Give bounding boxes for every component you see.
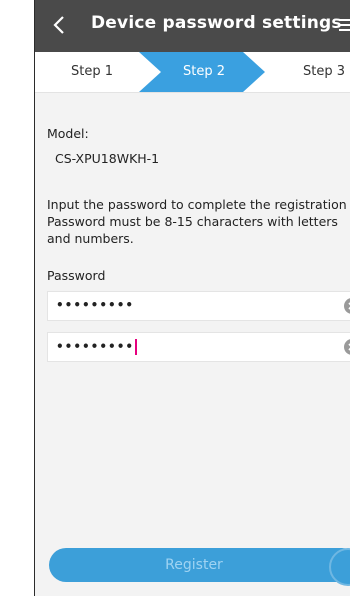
model-value: CS-XPU18WKH-1 [55,151,160,166]
step-indicator: Step 1 Step 2 Step 3 [35,52,350,93]
instructions-text: Input the password to complete the regis… [47,197,347,246]
clear-circle-icon[interactable] [344,298,350,314]
top-bar: Device password settings [35,0,350,52]
chevron-left-icon [53,16,64,34]
step-3: Step 3 [302,64,345,79]
clear-circle-icon[interactable] [344,339,350,355]
password-field[interactable]: ••••••••• [47,291,350,321]
hamburger-menu-icon [339,19,350,21]
step-2-active: Step 2 [183,64,226,79]
register-button[interactable]: Register [49,548,350,582]
back-button[interactable] [45,10,73,40]
password-value: ••••••••• [56,298,135,312]
step-1: Step 1 [71,64,114,79]
menu-button[interactable] [339,16,350,36]
confirm-password-value: ••••••••• [56,339,138,355]
password-label: Password [47,268,106,283]
text-caret [135,339,138,355]
confirm-password-field[interactable]: ••••••••• [47,332,350,362]
model-label: Model: [47,126,89,141]
app-screen: Device password settings Step 1 Step 2 S… [34,0,350,596]
page-title: Device password settings [91,13,342,33]
